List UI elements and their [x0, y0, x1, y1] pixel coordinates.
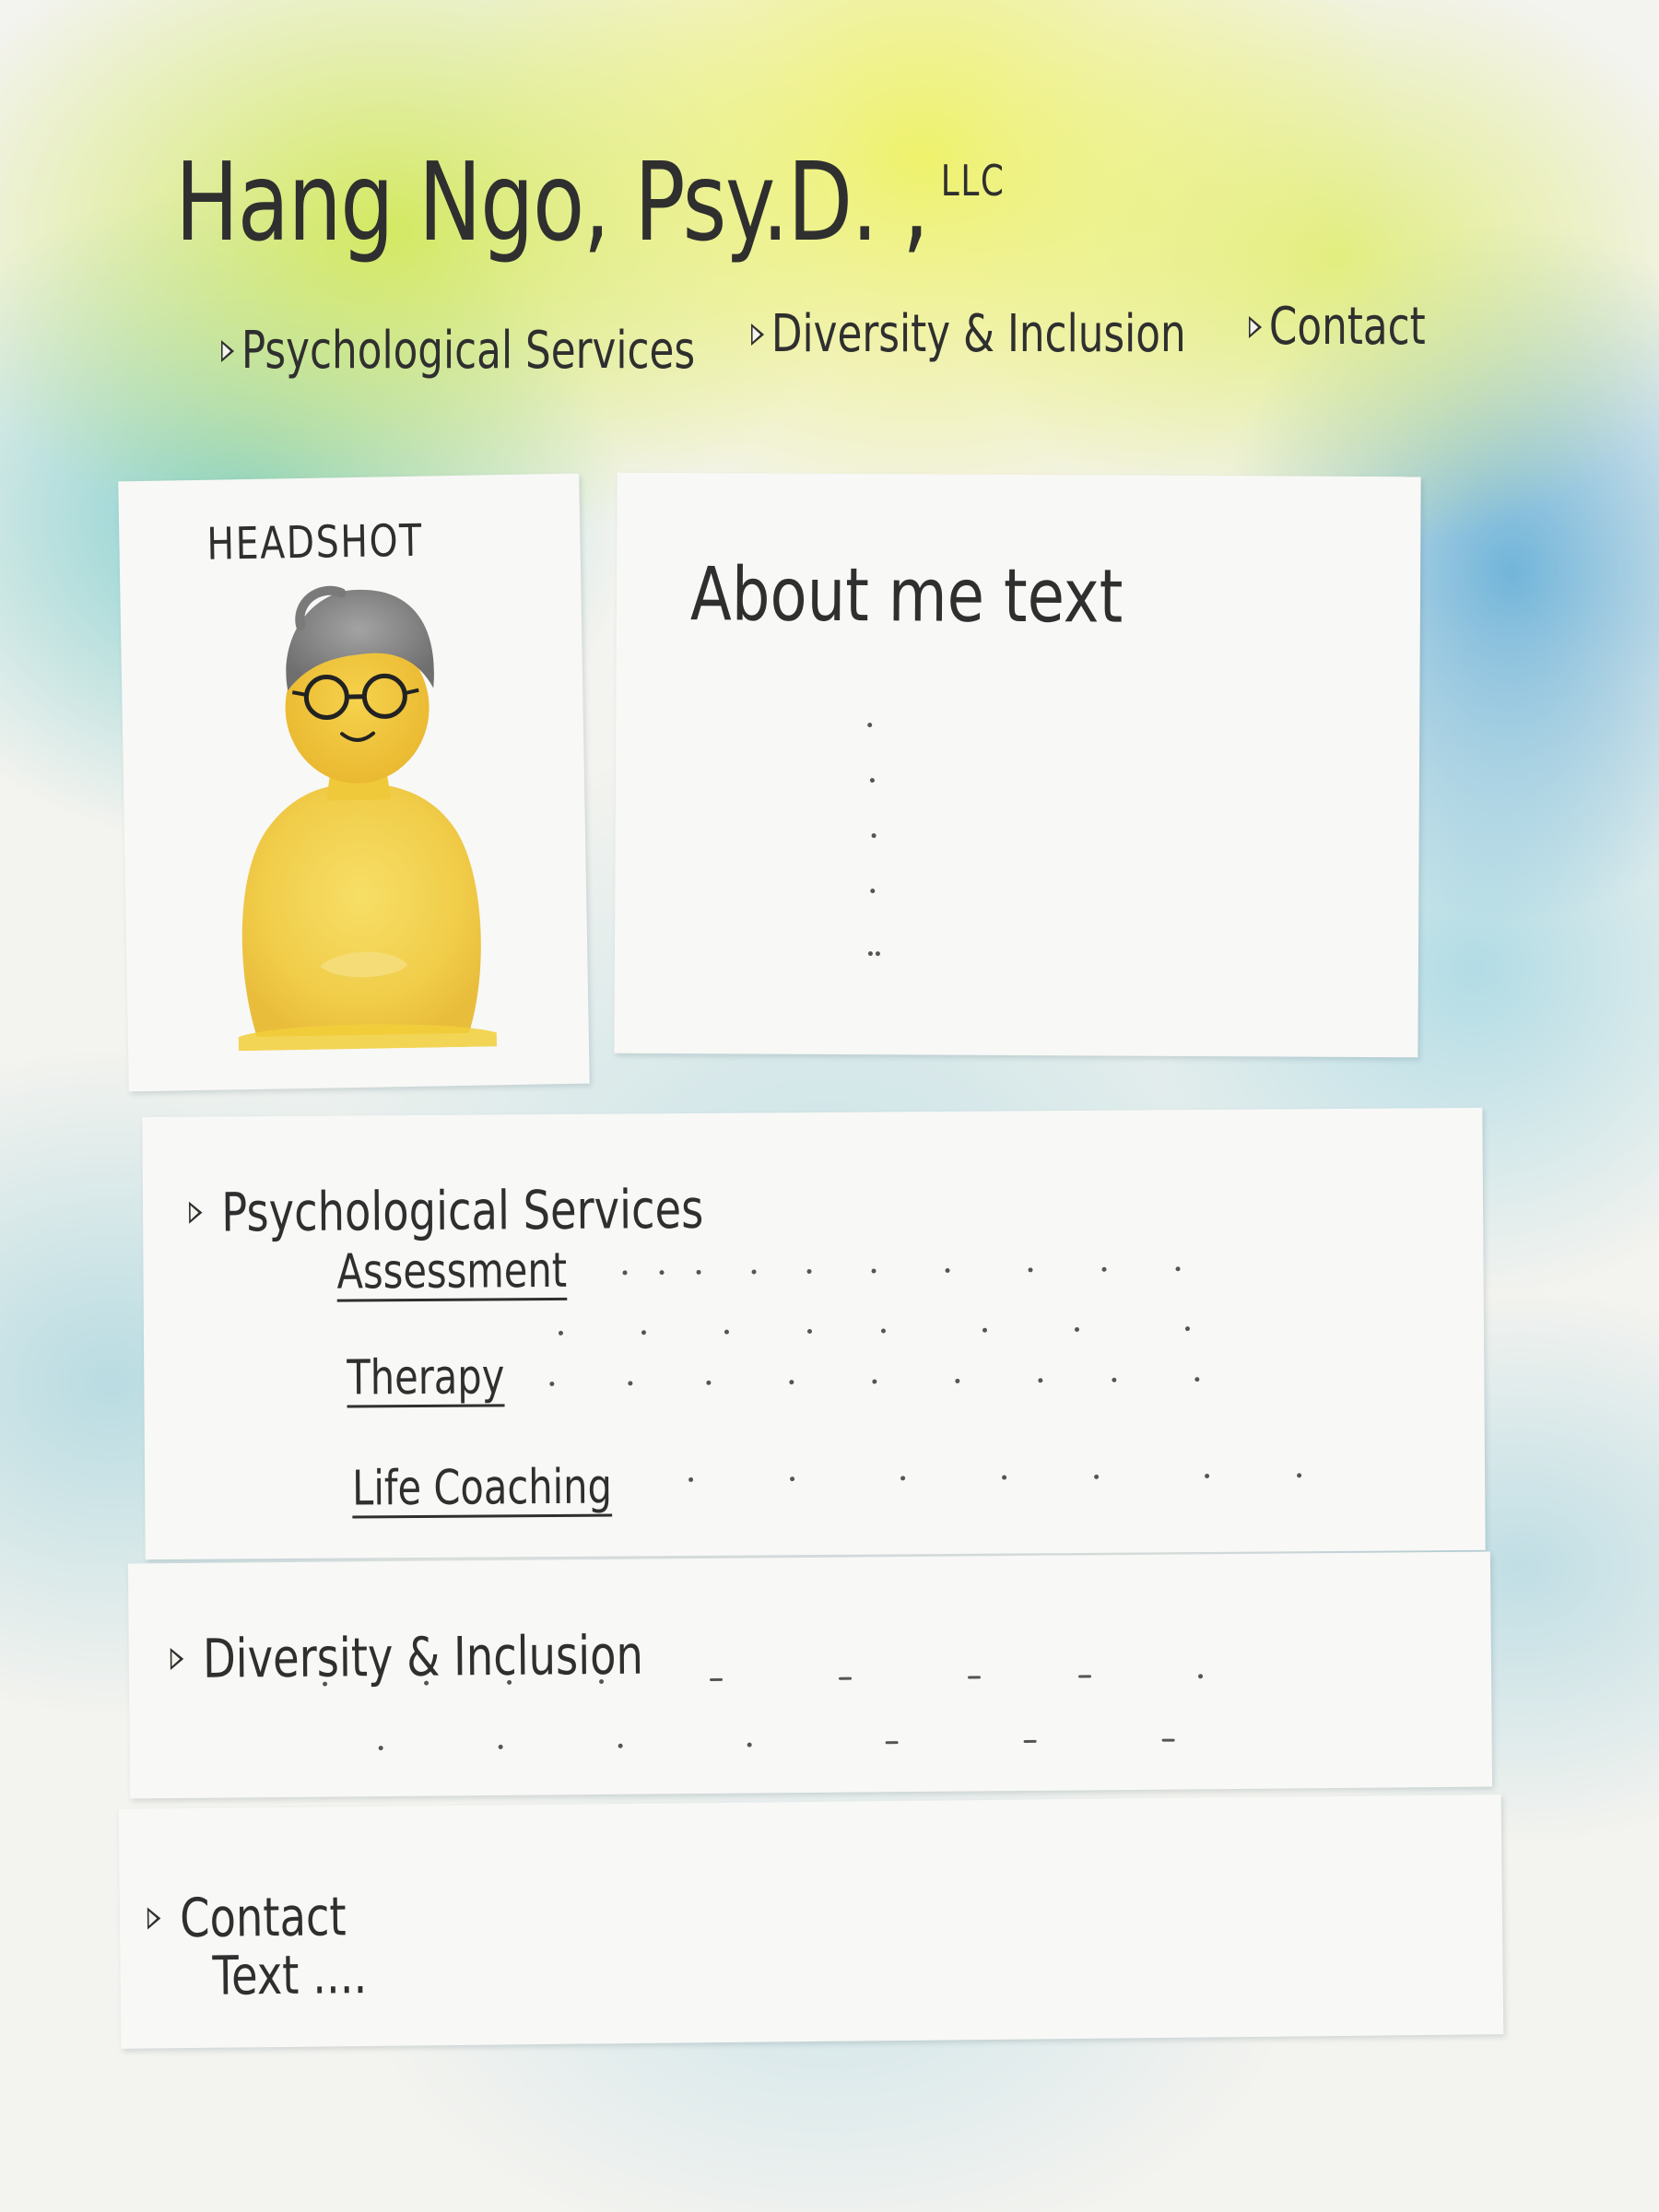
headshot-card: HEADSHOT [118, 473, 590, 1092]
site-title-text: Hang Ngo, Psy.D. , [175, 138, 929, 265]
site-title-suffix: LLC [940, 156, 1006, 206]
page: Hang Ngo, Psy.D. , LLC Psychological Serv… [0, 0, 1659, 2212]
triangle-bullet-icon [170, 1647, 184, 1671]
contact-text: Text .... [212, 1943, 368, 2007]
site-title[interactable]: Hang Ngo, Psy.D. , LLC [175, 138, 1005, 265]
contact-heading-label: Contact [179, 1885, 347, 1950]
nav-item-diversity-inclusion[interactable]: Diversity & Inclusion [751, 304, 1186, 364]
nav-item-label: Diversity & Inclusion [771, 304, 1186, 364]
service-link-life-coaching[interactable]: Life Coaching [352, 1460, 612, 1517]
nav-item-contact[interactable]: Contact [1249, 297, 1426, 357]
triangle-bullet-icon [221, 339, 235, 362]
about-placeholder-dots [866, 723, 886, 971]
services-heading-label: Psychological Services [221, 1177, 704, 1244]
diversity-section: Diversity & Inclusion [127, 1551, 1493, 1799]
triangle-bullet-icon [751, 323, 765, 346]
therapy-placeholder-dots-2 [549, 1376, 1360, 1387]
main-nav: Psychological Services Diversity & Inclu… [0, 297, 1659, 396]
about-title: About me text [689, 551, 1124, 640]
services-section: Psychological Services Assessment Therap… [142, 1107, 1486, 1560]
nav-item-label: Contact [1268, 297, 1426, 357]
therapy-placeholder-dots-1 [558, 1325, 1333, 1336]
triangle-bullet-icon [147, 1907, 161, 1930]
diversity-placeholder-dots-2 [378, 1736, 1393, 1751]
service-link-therapy[interactable]: Therapy [347, 1349, 504, 1406]
headshot-illustration [238, 585, 498, 1052]
triangle-bullet-icon [1249, 315, 1263, 338]
services-heading: Psychological Services [188, 1177, 704, 1244]
about-card: About me text [614, 472, 1421, 1058]
life-coaching-placeholder-dots [688, 1473, 1389, 1483]
headshot-label: HEADSHOT [206, 514, 424, 571]
nav-item-label: Psychological Services [241, 321, 696, 381]
nav-item-psychological-services[interactable]: Psychological Services [221, 321, 695, 381]
contact-heading: Contact [147, 1885, 347, 1949]
triangle-bullet-icon [188, 1201, 203, 1224]
service-link-assessment[interactable]: Assessment [336, 1243, 567, 1300]
assessment-placeholder-dots [622, 1265, 1342, 1276]
contact-section: Contact Text .... [118, 1794, 1504, 2049]
